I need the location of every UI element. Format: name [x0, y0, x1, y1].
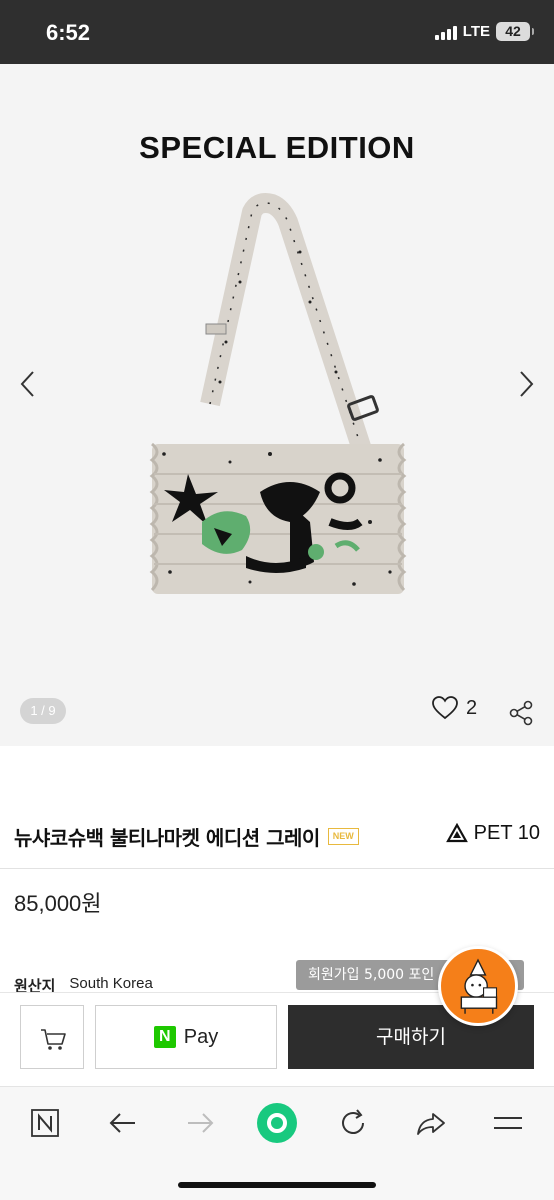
home-indicator — [178, 1182, 376, 1188]
share-arrow-icon[interactable] — [413, 1105, 449, 1141]
naver-n-icon[interactable] — [27, 1105, 63, 1141]
naver-pay-label: Pay — [183, 1025, 219, 1048]
network-type: LTE — [462, 23, 490, 40]
chevron-right-icon[interactable] — [510, 364, 540, 404]
signal-icon — [434, 24, 457, 40]
share-icon[interactable] — [508, 700, 534, 726]
naver-pay-logo: N — [153, 1026, 176, 1048]
image-counter: 1 / 9 — [20, 698, 66, 724]
new-badge: NEW — [327, 827, 359, 845]
status-time: 6:52 — [46, 20, 91, 45]
product-bag-image — [149, 193, 407, 594]
like-button[interactable]: 2 — [432, 696, 477, 720]
pet-label: PET 10 — [473, 822, 540, 844]
back-arrow-icon[interactable] — [105, 1105, 141, 1141]
product-price: 85,000원 — [14, 891, 102, 916]
cart-icon — [41, 1029, 66, 1050]
product-title-row: 뉴샤코슈백 불티나마켓 에디션 그레이 NEW PET 10 — [14, 820, 540, 852]
special-edition-banner: SPECIAL EDITION — [139, 130, 415, 165]
status-indicators: LTE 42 — [434, 22, 534, 41]
status-bar: 6:52 LTE 42 — [0, 0, 554, 64]
pet-info[interactable]: PET 10 — [445, 822, 540, 845]
chevron-left-icon[interactable] — [14, 364, 44, 404]
naver-pay-button[interactable]: N Pay — [95, 1005, 277, 1069]
refresh-icon[interactable] — [335, 1105, 371, 1141]
product-title: 뉴샤코슈백 불티나마켓 에디션 그레이 — [14, 825, 320, 850]
bag-body — [149, 250, 407, 594]
cart-button[interactable] — [20, 1005, 84, 1069]
divider — [0, 868, 554, 869]
green-dot-icon[interactable] — [256, 1102, 298, 1144]
product-gallery[interactable]: SPECIAL EDITION 1 / 9 2 — [0, 64, 554, 746]
recycle-icon — [445, 822, 468, 842]
like-count: 2 — [466, 696, 478, 719]
forward-arrow-icon[interactable] — [182, 1105, 218, 1141]
menu-icon[interactable] — [490, 1105, 526, 1141]
battery-icon: 42 — [496, 22, 534, 41]
heart-icon — [432, 696, 458, 720]
mascot-floating-button[interactable] — [438, 946, 518, 1026]
